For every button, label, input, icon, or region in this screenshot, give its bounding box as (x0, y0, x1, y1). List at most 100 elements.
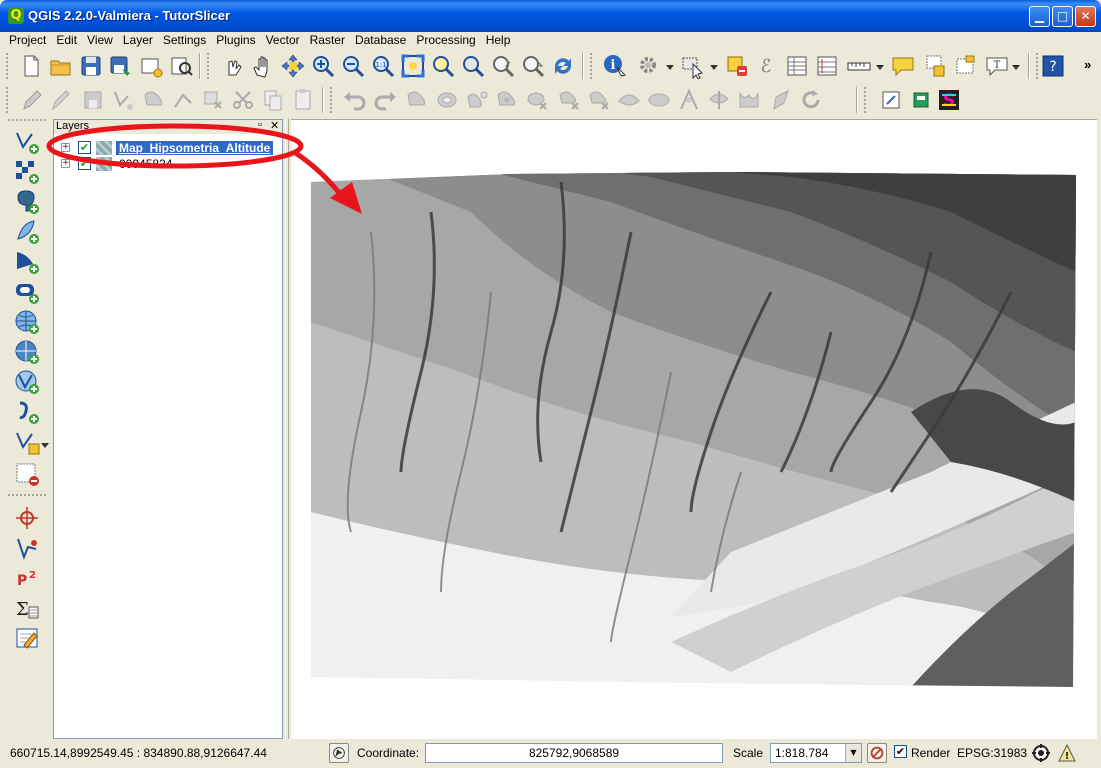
add-delimited-text-layer-icon[interactable] (14, 399, 40, 425)
chevron-down-icon[interactable] (664, 53, 676, 79)
layer-item-00945824[interactable]: + ✔ 00945824 (58, 156, 276, 172)
coordinate-toggle-icon[interactable] (329, 743, 349, 763)
chevron-down-icon[interactable] (40, 429, 50, 455)
delete-selected-icon[interactable] (200, 87, 226, 113)
zoom-in-icon[interactable] (310, 53, 336, 79)
split-parts-icon[interactable] (706, 87, 732, 113)
toolbar-grip[interactable] (8, 494, 46, 498)
georeferencer-icon[interactable] (14, 505, 40, 531)
zoom-to-layer-icon[interactable] (460, 53, 486, 79)
reshape-features-icon[interactable] (616, 87, 642, 113)
expand-icon[interactable]: + (61, 143, 70, 152)
menu-database[interactable]: Database (350, 32, 411, 47)
field-calculator-icon[interactable]: ℰ (754, 53, 780, 79)
chevron-down-icon[interactable] (708, 53, 720, 79)
maximize-button[interactable]: □ (1052, 6, 1073, 27)
toolbar-grip[interactable] (864, 87, 868, 113)
rotate-feature-icon[interactable] (798, 87, 824, 113)
new-project-icon[interactable] (18, 53, 44, 79)
select-features-icon[interactable] (680, 53, 706, 79)
redo-icon[interactable] (372, 87, 398, 113)
menu-settings[interactable]: Settings (158, 32, 211, 47)
open-project-icon[interactable] (48, 53, 74, 79)
raster-calculator-icon[interactable] (908, 87, 934, 113)
chevron-down-icon[interactable] (1010, 53, 1022, 79)
toolbar-grip[interactable] (8, 119, 46, 123)
plugin-logo-icon[interactable]: S (936, 87, 962, 113)
minimize-button[interactable]: ▁ (1029, 6, 1050, 27)
toolbar-grip[interactable] (6, 87, 10, 113)
remove-layer-icon[interactable] (14, 461, 40, 487)
statistics-sigma-icon[interactable]: Σ (14, 595, 40, 621)
stop-render-icon[interactable] (867, 743, 887, 763)
coordinate-field[interactable]: 825792,9068589 (425, 743, 723, 763)
menu-help[interactable]: Help (481, 32, 516, 47)
toolbar-grip[interactable] (6, 53, 10, 79)
zoom-full-icon[interactable] (400, 53, 426, 79)
add-ring-icon[interactable] (434, 87, 460, 113)
toolbar-overflow-chevron[interactable]: » (1084, 57, 1091, 72)
add-spatialite-layer-icon[interactable] (14, 219, 40, 245)
crs-globe-icon[interactable] (1030, 743, 1052, 763)
refresh-icon[interactable] (550, 53, 576, 79)
toggle-editing-icon[interactable] (46, 87, 72, 113)
edit-note-icon[interactable] (14, 625, 40, 651)
rotate-point-symbols-icon[interactable] (768, 87, 794, 113)
menu-layer[interactable]: Layer (118, 32, 158, 47)
touch-zoom-pan-icon[interactable] (220, 53, 246, 79)
show-bookmarks-icon[interactable] (952, 53, 978, 79)
add-wfs-layer-icon[interactable] (14, 369, 40, 395)
float-panel-icon[interactable]: ▫ (258, 119, 262, 131)
help-contents-icon[interactable]: ? (1040, 53, 1066, 79)
offset-curve-icon[interactable] (646, 87, 672, 113)
delete-part-alt-icon[interactable] (586, 87, 612, 113)
zoom-next-icon[interactable] (520, 53, 546, 79)
chevron-down-icon[interactable] (874, 53, 886, 79)
layer-visibility-checkbox[interactable]: ✔ (78, 157, 91, 170)
zoom-to-selection-icon[interactable] (430, 53, 456, 79)
node-tool-icon[interactable] (170, 87, 196, 113)
current-edits-icon[interactable] (18, 87, 44, 113)
simplify-feature-icon[interactable] (404, 87, 430, 113)
deselect-features-icon[interactable] (724, 53, 750, 79)
merge-features-icon[interactable] (736, 87, 762, 113)
undo-icon[interactable] (342, 87, 368, 113)
menu-vector[interactable]: Vector (261, 32, 305, 47)
toolbar-grip[interactable] (207, 53, 211, 79)
zoom-out-icon[interactable] (340, 53, 366, 79)
close-panel-icon[interactable]: ✕ (270, 119, 279, 132)
add-wcs-layer-icon[interactable] (14, 339, 40, 365)
add-feature-icon[interactable] (110, 87, 136, 113)
move-feature-icon[interactable] (140, 87, 166, 113)
identify-features-icon[interactable]: i (602, 53, 628, 79)
cut-features-icon[interactable] (230, 87, 256, 113)
heatmap-p2-icon[interactable]: P2 (14, 565, 40, 591)
add-raster-layer-icon[interactable] (14, 159, 40, 185)
add-oracle-layer-icon[interactable] (14, 279, 40, 305)
scale-combobox[interactable]: 1:818.784 ▼ (770, 743, 862, 763)
save-as-icon[interactable] (108, 53, 134, 79)
new-print-composer-icon[interactable] (138, 53, 164, 79)
attribute-table-icon[interactable] (784, 53, 810, 79)
map-canvas[interactable] (291, 119, 1097, 739)
run-feature-action-icon[interactable] (636, 53, 662, 79)
chevron-down-icon[interactable]: ▼ (845, 744, 861, 762)
layer-name[interactable]: 00945824 (116, 157, 175, 171)
add-wms-layer-icon[interactable] (14, 309, 40, 335)
save-layer-edits-icon[interactable] (80, 87, 106, 113)
zoom-last-icon[interactable] (490, 53, 516, 79)
pan-map-icon[interactable] (250, 53, 276, 79)
delete-part-icon[interactable] (556, 87, 582, 113)
menu-project[interactable]: Project (4, 32, 51, 47)
menu-plugins[interactable]: Plugins (211, 32, 260, 47)
render-checkbox[interactable]: ✔ (894, 745, 907, 758)
warning-icon[interactable]: ! (1057, 743, 1077, 763)
layer-name[interactable]: Map_Hipsometria_Altitude (116, 141, 274, 155)
fill-ring-icon[interactable] (494, 87, 520, 113)
split-features-icon[interactable] (676, 87, 702, 113)
map-tips-icon[interactable] (890, 53, 916, 79)
layer-visibility-checkbox[interactable]: ✔ (78, 141, 91, 154)
new-shapefile-layer-icon[interactable] (14, 429, 40, 455)
add-vector-layer-icon[interactable] (14, 129, 40, 155)
add-part-icon[interactable] (464, 87, 490, 113)
